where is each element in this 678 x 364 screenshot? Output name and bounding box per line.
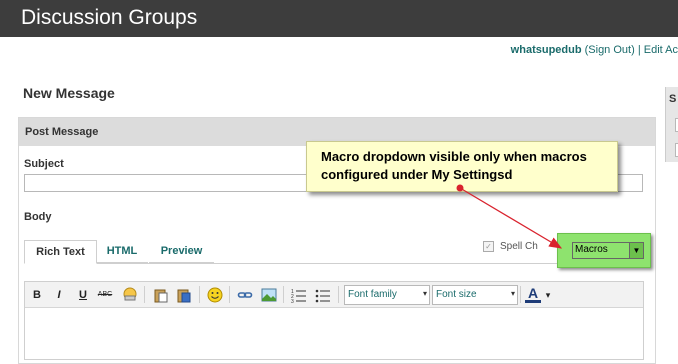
toolbar-divider: [283, 286, 284, 303]
svg-text:3: 3: [291, 299, 294, 303]
toolbar-divider: [199, 286, 200, 303]
spell-check-checkbox[interactable]: ✓: [483, 241, 494, 252]
font-color-button[interactable]: A: [525, 286, 541, 303]
link-icon[interactable]: [237, 287, 253, 303]
paste-word-icon[interactable]: [176, 287, 192, 303]
side-panel-title: S: [669, 93, 677, 105]
bullet-list-icon[interactable]: [315, 287, 331, 303]
font-family-select[interactable]: Font family ▾: [344, 285, 430, 305]
macros-select[interactable]: Macros ▼: [572, 242, 644, 259]
callout-text: Macro dropdown visible only when macros …: [321, 149, 587, 182]
subject-label: Subject: [24, 158, 64, 170]
font-size-value: Font size: [436, 289, 477, 300]
toolbar-divider: [144, 286, 145, 303]
font-family-value: Font family: [348, 289, 397, 300]
font-color-dropdown-icon[interactable]: ▾: [540, 287, 556, 303]
italic-button[interactable]: I: [51, 287, 67, 303]
body-label: Body: [24, 211, 52, 223]
smiley-icon[interactable]: [207, 287, 223, 303]
tab-divider: [24, 263, 642, 264]
annotation-callout: Macro dropdown visible only when macros …: [306, 141, 618, 192]
spell-check[interactable]: ✓ Spell Ch: [483, 241, 538, 252]
chevron-down-icon: ▾: [422, 289, 427, 298]
page-title: New Message: [23, 85, 115, 101]
numbered-list-icon[interactable]: 123: [291, 287, 307, 305]
toolbar-divider: [338, 286, 339, 303]
app-title: Discussion Groups: [21, 6, 198, 29]
user-bar: whatsupedub (Sign Out) | Edit Ac: [511, 44, 678, 56]
user-bar-separator: |: [637, 44, 641, 56]
strikethrough-button[interactable]: ABC: [97, 287, 113, 303]
paste-icon[interactable]: [153, 287, 169, 303]
spell-check-label: Spell Ch: [500, 241, 538, 252]
sound-icon[interactable]: [122, 287, 138, 303]
font-size-select[interactable]: Font size ▾: [432, 285, 518, 305]
editor-toolbar: B I U ABC 123 Font family ▾ Font size ▾ …: [25, 282, 643, 308]
rich-text-editor[interactable]: B I U ABC 123 Font family ▾ Font size ▾ …: [24, 281, 644, 360]
username-link[interactable]: whatsupedub: [511, 44, 582, 56]
image-icon[interactable]: [261, 287, 277, 303]
top-bar: Discussion Groups: [0, 0, 678, 37]
edit-account-link[interactable]: Edit Ac: [644, 44, 678, 56]
post-message-title: Post Message: [25, 126, 99, 138]
toolbar-divider: [520, 286, 521, 303]
macros-selected-value: Macros: [575, 244, 608, 255]
macros-highlight: Macros ▼: [557, 233, 651, 268]
chevron-down-icon: ▼: [629, 243, 643, 258]
side-panel: S: [665, 87, 678, 162]
tab-html[interactable]: HTML: [96, 240, 148, 263]
sign-out-link[interactable]: (Sign Out): [585, 44, 635, 56]
underline-button[interactable]: U: [75, 287, 91, 303]
tab-preview[interactable]: Preview: [149, 240, 214, 263]
bold-button[interactable]: B: [29, 287, 45, 303]
chevron-down-icon: ▾: [510, 289, 515, 298]
toolbar-divider: [229, 286, 230, 303]
tab-rich-text[interactable]: Rich Text: [24, 240, 97, 264]
